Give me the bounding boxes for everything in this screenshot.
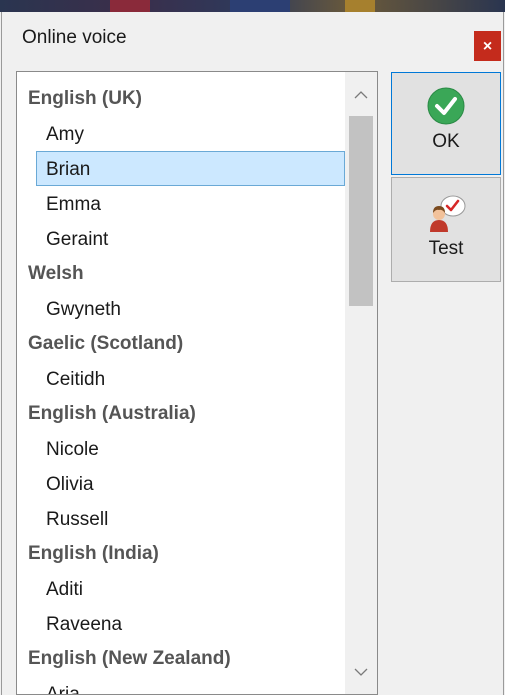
voice-item[interactable]: Aditi	[36, 571, 345, 606]
voice-item[interactable]: Olivia	[36, 466, 345, 501]
scroll-up-icon[interactable]	[345, 80, 377, 110]
person-speech-check-icon	[430, 195, 466, 232]
language-group-header: English (India)	[28, 543, 159, 564]
voice-item[interactable]: Raveena	[36, 606, 345, 641]
ok-label: OK	[432, 131, 460, 152]
scroll-down-icon[interactable]	[345, 658, 377, 688]
ok-button[interactable]: OK	[391, 72, 501, 175]
language-group-header: English (New Zealand)	[28, 648, 231, 669]
voice-item[interactable]: Ceitidh	[36, 361, 345, 396]
voice-item[interactable]: Russell	[36, 501, 345, 536]
voice-list-items: English (UK) Amy Brian Emma Geraint Welsh Gwyn…	[17, 81, 345, 694]
language-group-header: Welsh	[28, 263, 84, 284]
dialog-title: Online voice	[22, 27, 127, 48]
vertical-scrollbar[interactable]	[345, 72, 377, 694]
close-button[interactable]: ×	[474, 31, 501, 61]
voice-item[interactable]: Emma	[36, 186, 345, 221]
voice-item[interactable]: Nicole	[36, 431, 345, 466]
voice-list[interactable]: English (UK) Amy Brian Emma Geraint Welsh Gwyn…	[16, 71, 378, 695]
close-icon: ×	[482, 38, 493, 55]
scrollbar-thumb[interactable]	[349, 116, 373, 306]
language-group-header: Gaelic (Scotland)	[28, 333, 184, 354]
voice-item[interactable]: Geraint	[36, 221, 345, 256]
test-button[interactable]: Test	[391, 177, 501, 282]
language-group-header: English (Australia)	[28, 403, 196, 424]
title-bar: Online voice ×	[2, 12, 503, 64]
voice-item[interactable]: Brian	[36, 151, 345, 186]
voice-item[interactable]: Gwyneth	[36, 291, 345, 326]
voice-item[interactable]: Amy	[36, 116, 345, 151]
background-window-strip	[0, 0, 505, 12]
test-label: Test	[428, 238, 464, 259]
language-group-header: English (UK)	[28, 88, 142, 109]
online-voice-dialog: Online voice × English (UK) Amy Brian Emma G…	[1, 12, 504, 695]
checkmark-circle-icon	[427, 87, 465, 125]
voice-item[interactable]: Aria	[36, 676, 345, 694]
